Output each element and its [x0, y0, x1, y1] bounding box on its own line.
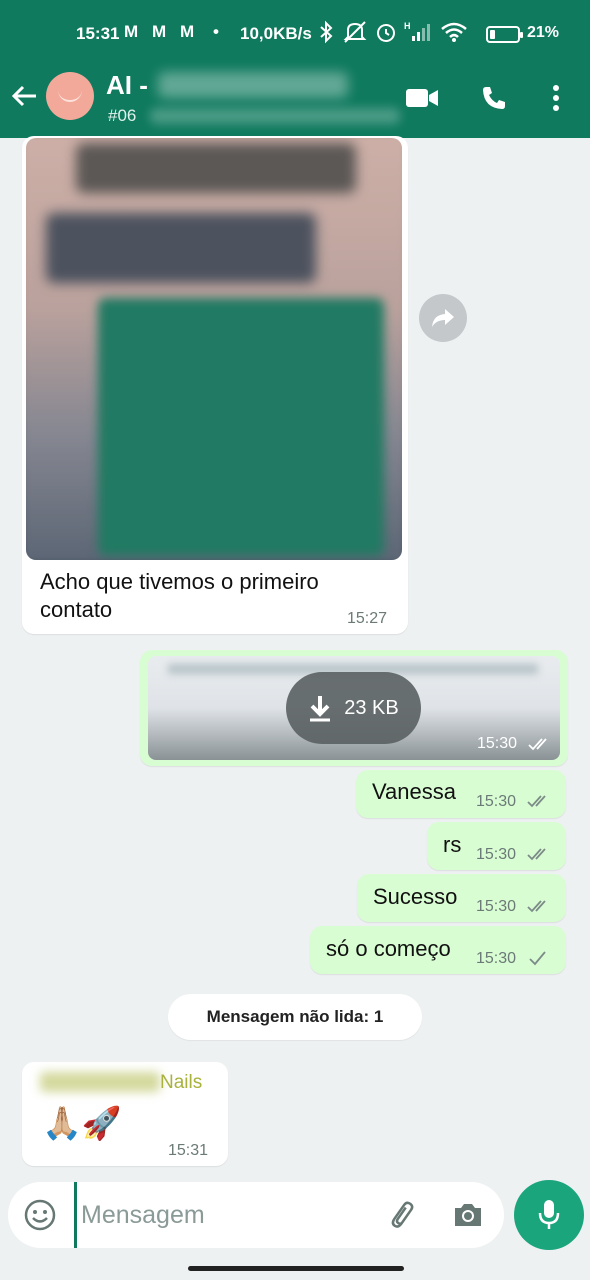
chat-subtitle[interactable]: #06 — [108, 106, 136, 126]
status-dot: • — [213, 22, 219, 41]
blurred-image[interactable] — [26, 138, 402, 560]
mail-icon: M — [152, 22, 167, 41]
message-composer — [8, 1182, 504, 1248]
download-button[interactable]: 23 KB — [286, 672, 421, 744]
message-time: 15:30 — [476, 846, 517, 863]
alarm-icon — [377, 24, 395, 42]
message-time: 15:31 — [168, 1142, 209, 1159]
arrow-left-icon — [11, 85, 36, 107]
home-indicator[interactable] — [188, 1266, 404, 1271]
back-button[interactable] — [8, 80, 40, 112]
unread-messages-divider: Mensagem não lida: 1 — [168, 994, 422, 1040]
camera-button[interactable] — [448, 1195, 488, 1235]
mute-bell-icon — [343, 21, 367, 43]
message-text: rs — [443, 832, 462, 857]
message-time: 15:30 — [476, 793, 517, 810]
double-check-icon — [527, 900, 546, 913]
paperclip-icon — [391, 1201, 414, 1228]
emoji-button[interactable] — [20, 1195, 60, 1235]
forward-icon — [432, 309, 454, 327]
svg-text:H: H — [404, 21, 411, 31]
status-bar: 15:31 M M M • 10,0KB/s H 21% — [0, 18, 590, 50]
attach-button[interactable] — [384, 1195, 424, 1235]
battery-level — [490, 30, 495, 39]
avatar[interactable] — [46, 72, 94, 120]
smiley-icon — [24, 1199, 56, 1231]
message-time: 15:30 — [476, 898, 517, 915]
message-text: Sucesso — [373, 884, 458, 909]
video-call-button[interactable] — [402, 78, 442, 118]
more-options-button[interactable] — [536, 78, 576, 118]
status-icons: H — [316, 20, 468, 44]
message-time: 15:27 — [347, 610, 388, 627]
message-text: Vanessa — [372, 779, 456, 804]
bluetooth-icon — [320, 20, 333, 44]
kebab-menu-icon — [553, 85, 559, 111]
file-size: 23 KB — [344, 696, 399, 719]
message-emojis: 🙏🏼🚀 — [42, 1105, 122, 1141]
blurred-subtitle — [150, 108, 400, 124]
network-speed: 10,0KB/s — [240, 24, 312, 43]
message-text: só o começo — [326, 936, 451, 961]
mail-icon: M — [180, 22, 195, 41]
voice-message-button[interactable] — [514, 1180, 584, 1250]
status-time: 15:31 — [76, 24, 120, 43]
single-check-icon — [529, 951, 546, 966]
double-check-icon — [527, 848, 546, 861]
sender-name: Nails — [160, 1072, 203, 1093]
forward-button[interactable] — [419, 294, 467, 342]
image-caption: Acho que tivemos o primeiro contato — [40, 569, 319, 622]
message-time: 15:30 — [476, 950, 517, 967]
download-icon — [310, 696, 331, 722]
blurred-contact-name — [158, 72, 348, 98]
battery-icon — [486, 26, 523, 43]
microphone-icon — [538, 1200, 560, 1229]
phone-icon — [483, 87, 505, 109]
signal-icon: H — [404, 21, 430, 41]
chat-header: 15:31 M M M • 10,0KB/s H 21% AI - #06 — [0, 0, 590, 138]
mail-icon: M — [124, 22, 139, 41]
camera-icon — [455, 1204, 481, 1226]
message-time: 15:30 — [477, 735, 518, 752]
chat-title[interactable]: AI - — [106, 70, 148, 101]
wifi-icon — [441, 22, 467, 42]
message-input[interactable] — [74, 1182, 374, 1248]
battery-percent: 21% — [527, 24, 560, 41]
blurred-sender-name — [40, 1072, 160, 1092]
video-camera-icon — [406, 89, 438, 107]
voice-call-button[interactable] — [474, 78, 514, 118]
double-check-icon — [528, 738, 547, 751]
double-check-icon — [527, 795, 546, 808]
